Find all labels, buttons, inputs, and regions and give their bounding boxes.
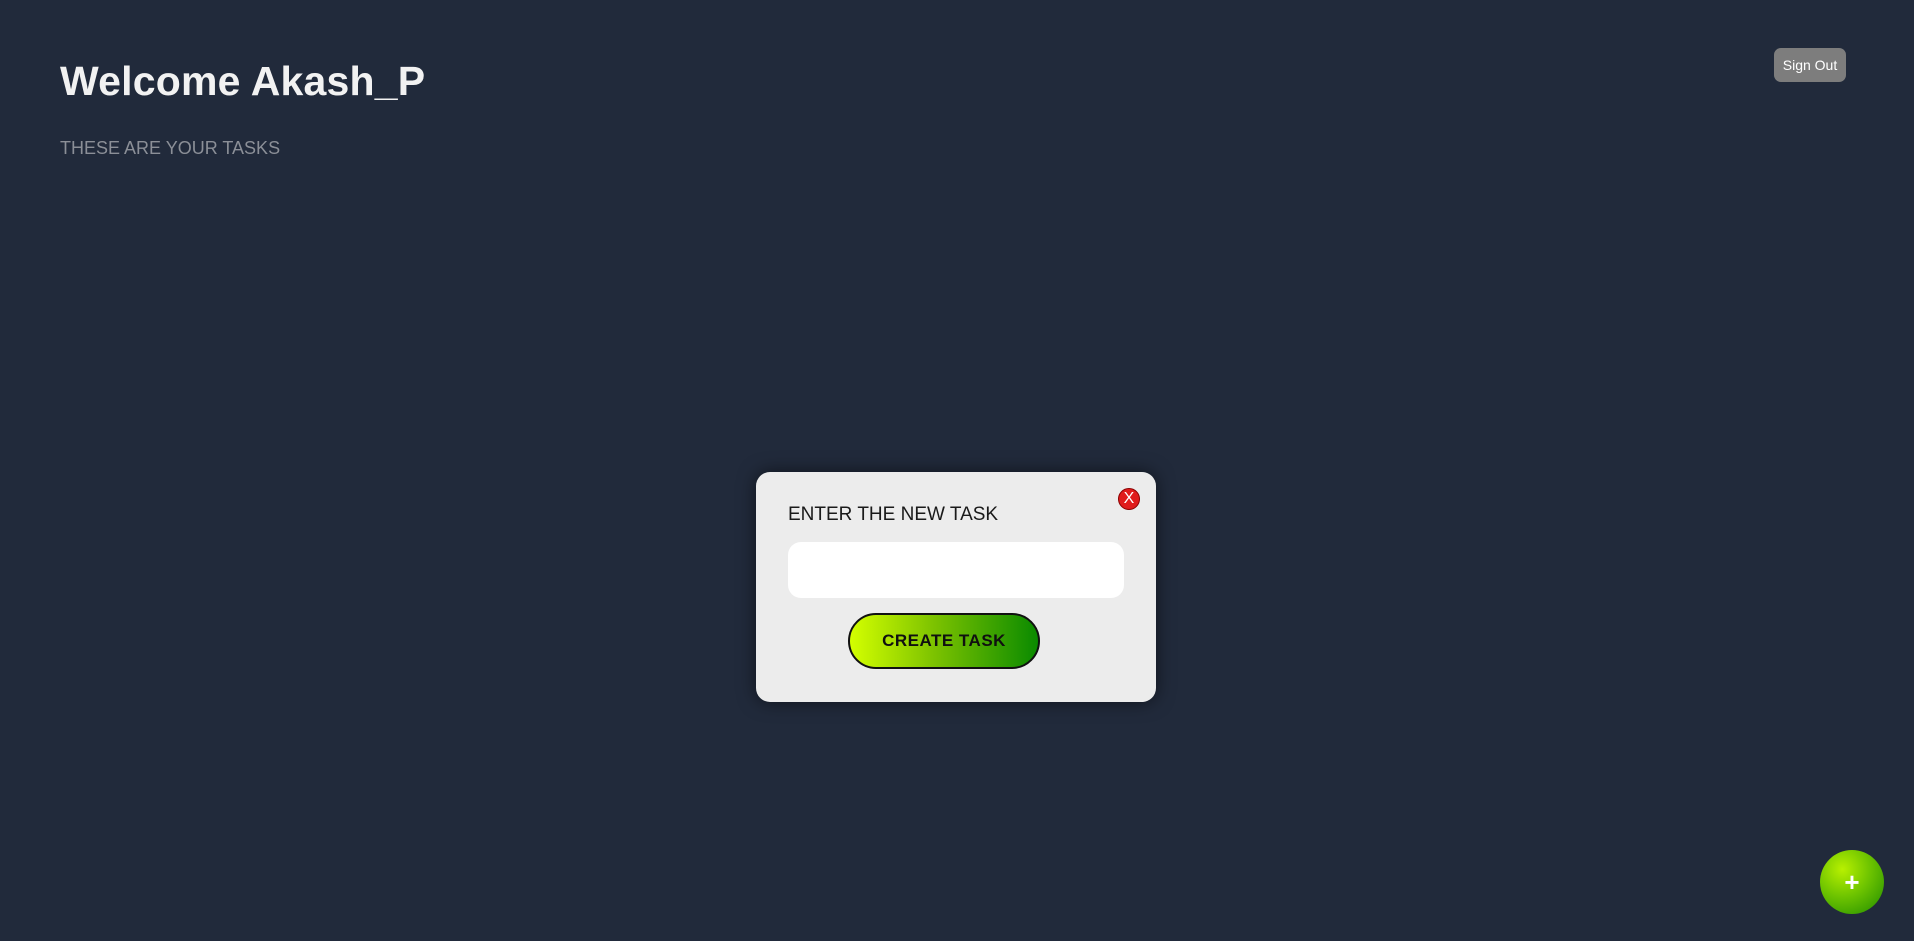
tasks-subtitle: THESE ARE YOUR TASKS bbox=[60, 138, 281, 158]
new-task-modal: ENTER THE NEW TASK X CREATE TASK bbox=[756, 472, 1156, 702]
plus-icon: + bbox=[1844, 866, 1860, 897]
welcome-heading: Welcome Akash_P bbox=[60, 58, 426, 104]
new-task-label: ENTER THE NEW TASK bbox=[788, 504, 999, 525]
sign-out-button[interactable]: Sign Out bbox=[1774, 48, 1846, 82]
task-dashboard-page: Welcome Akash_P THESE ARE YOUR TASKS Sig… bbox=[0, 0, 1914, 941]
close-icon-glyph: X bbox=[1123, 490, 1135, 507]
close-icon[interactable]: X bbox=[1118, 488, 1140, 510]
add-task-button[interactable]: + bbox=[1820, 850, 1884, 914]
new-task-input[interactable] bbox=[788, 542, 1124, 598]
create-task-button[interactable]: CREATE TASK bbox=[848, 613, 1040, 669]
